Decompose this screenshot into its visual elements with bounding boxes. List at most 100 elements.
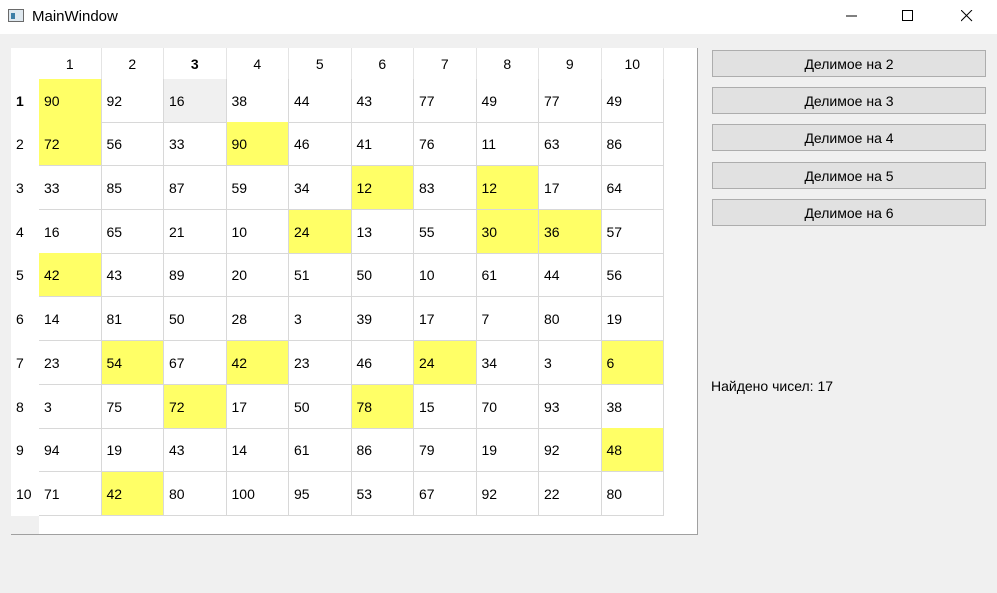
- column-header[interactable]: 7: [414, 48, 477, 79]
- table-cell[interactable]: 44: [539, 253, 602, 297]
- table-cell[interactable]: 34: [476, 341, 539, 385]
- table-cell[interactable]: 24: [414, 341, 477, 385]
- table-cell[interactable]: 53: [351, 472, 414, 516]
- table-cell[interactable]: 39: [351, 297, 414, 341]
- column-header[interactable]: 3: [164, 48, 227, 79]
- close-button[interactable]: [944, 0, 990, 32]
- table-cell[interactable]: 24: [289, 210, 352, 254]
- divisible-by-6-button[interactable]: Делимое на 6: [712, 199, 986, 226]
- table-cell[interactable]: 46: [289, 122, 352, 166]
- table-cell[interactable]: 70: [476, 385, 539, 429]
- minimize-button[interactable]: [829, 0, 875, 32]
- table-cell[interactable]: 72: [164, 385, 227, 429]
- table-cell[interactable]: 92: [539, 428, 602, 472]
- table-cell[interactable]: 19: [601, 297, 664, 341]
- row-header[interactable]: 9: [11, 428, 39, 472]
- column-header[interactable]: 6: [351, 48, 414, 79]
- table-corner[interactable]: [11, 48, 39, 79]
- divisible-by-3-button[interactable]: Делимое на 3: [712, 87, 986, 114]
- column-header[interactable]: 2: [101, 48, 164, 79]
- table-cell[interactable]: 71: [39, 472, 102, 516]
- divisible-by-4-button[interactable]: Делимое на 4: [712, 124, 986, 151]
- table-cell[interactable]: 79: [414, 428, 477, 472]
- table-cell[interactable]: 49: [601, 79, 664, 123]
- table-cell[interactable]: 67: [414, 472, 477, 516]
- table-cell[interactable]: 57: [601, 210, 664, 254]
- table-cell[interactable]: 90: [39, 79, 102, 123]
- table-cell[interactable]: 51: [289, 253, 352, 297]
- table-cell[interactable]: 12: [351, 166, 414, 210]
- table-cell[interactable]: 50: [164, 297, 227, 341]
- table-cell[interactable]: 19: [476, 428, 539, 472]
- table-cell[interactable]: 55: [414, 210, 477, 254]
- maximize-button[interactable]: [885, 0, 931, 32]
- table-cell[interactable]: 86: [351, 428, 414, 472]
- table-cell[interactable]: 92: [476, 472, 539, 516]
- column-header[interactable]: 8: [476, 48, 539, 79]
- table-cell[interactable]: 11: [476, 122, 539, 166]
- table-cell[interactable]: 59: [226, 166, 289, 210]
- table-cell[interactable]: 61: [289, 428, 352, 472]
- table-cell[interactable]: 38: [601, 385, 664, 429]
- row-header[interactable]: 8: [11, 385, 39, 429]
- table-cell[interactable]: 28: [226, 297, 289, 341]
- table-cell[interactable]: 23: [39, 341, 102, 385]
- table-cell[interactable]: 49: [476, 79, 539, 123]
- table-cell[interactable]: 80: [164, 472, 227, 516]
- table-cell[interactable]: 16: [39, 210, 102, 254]
- table-cell[interactable]: 42: [101, 472, 164, 516]
- table-cell[interactable]: 7: [476, 297, 539, 341]
- table-cell[interactable]: 41: [351, 122, 414, 166]
- table-cell[interactable]: 77: [539, 79, 602, 123]
- table-cell[interactable]: 50: [289, 385, 352, 429]
- row-header[interactable]: 6: [11, 297, 39, 341]
- table-cell[interactable]: 13: [351, 210, 414, 254]
- number-table[interactable]: 1 2 3 4 5 6 7 8 9 10 1 2 3 4 5 6 7 8 9 10 90 92 16 38 44 43 77 49 77…: [11, 48, 698, 535]
- table-cell[interactable]: 3: [539, 341, 602, 385]
- table-cell[interactable]: 80: [539, 297, 602, 341]
- table-cell[interactable]: 42: [39, 253, 102, 297]
- table-cell[interactable]: 95: [289, 472, 352, 516]
- row-header[interactable]: 2: [11, 122, 39, 166]
- table-cell[interactable]: 54: [101, 341, 164, 385]
- table-cell[interactable]: 44: [289, 79, 352, 123]
- table-cell[interactable]: 61: [476, 253, 539, 297]
- table-cell[interactable]: 50: [351, 253, 414, 297]
- table-cell[interactable]: 3: [289, 297, 352, 341]
- table-cell[interactable]: 64: [601, 166, 664, 210]
- table-cell[interactable]: 10: [226, 210, 289, 254]
- table-cell[interactable]: 43: [101, 253, 164, 297]
- table-cell[interactable]: 85: [101, 166, 164, 210]
- table-cell[interactable]: 10: [414, 253, 477, 297]
- table-cell[interactable]: 17: [539, 166, 602, 210]
- table-cell[interactable]: 76: [414, 122, 477, 166]
- table-cell[interactable]: 89: [164, 253, 227, 297]
- table-cell[interactable]: 43: [351, 79, 414, 123]
- table-cell[interactable]: 30: [476, 210, 539, 254]
- table-cell[interactable]: 67: [164, 341, 227, 385]
- divisible-by-2-button[interactable]: Делимое на 2: [712, 50, 986, 77]
- table-cell[interactable]: 16: [164, 79, 227, 123]
- table-cell[interactable]: 14: [39, 297, 102, 341]
- row-header[interactable]: 5: [11, 253, 39, 297]
- table-cell[interactable]: 56: [601, 253, 664, 297]
- table-cell[interactable]: 34: [289, 166, 352, 210]
- table-cell[interactable]: 72: [39, 122, 102, 166]
- table-cell[interactable]: 19: [101, 428, 164, 472]
- table-cell[interactable]: 23: [289, 341, 352, 385]
- table-cell[interactable]: 6: [601, 341, 664, 385]
- table-cell[interactable]: 78: [351, 385, 414, 429]
- table-cell[interactable]: 48: [601, 428, 664, 472]
- table-cell[interactable]: 21: [164, 210, 227, 254]
- table-cell[interactable]: 77: [414, 79, 477, 123]
- table-cell[interactable]: 92: [101, 79, 164, 123]
- table-cell[interactable]: 43: [164, 428, 227, 472]
- column-header[interactable]: 10: [601, 48, 664, 79]
- table-cell[interactable]: 93: [539, 385, 602, 429]
- table-cell[interactable]: 56: [101, 122, 164, 166]
- column-header[interactable]: 9: [539, 48, 602, 79]
- table-cell[interactable]: 75: [101, 385, 164, 429]
- table-cell[interactable]: 90: [226, 122, 289, 166]
- row-header[interactable]: 3: [11, 166, 39, 210]
- table-cell[interactable]: 65: [101, 210, 164, 254]
